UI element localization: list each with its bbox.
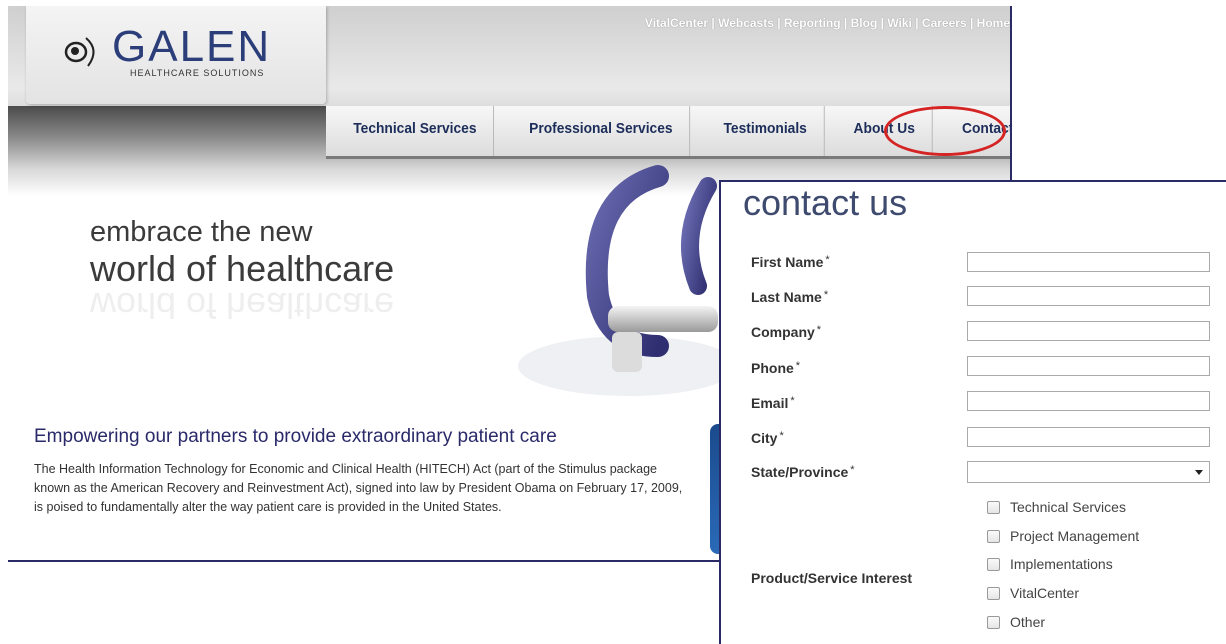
top-link-home[interactable]: Home: [977, 16, 1010, 30]
interest-option-other[interactable]: Other: [987, 614, 1045, 630]
state-label-text: State/Province: [751, 464, 849, 480]
top-link-separator: |: [877, 16, 888, 30]
top-link-wiki[interactable]: Wiki: [887, 16, 912, 30]
top-link-blog[interactable]: Blog: [851, 16, 878, 30]
logo-word: GALEN: [112, 22, 272, 71]
interest-option-label: Technical Services: [1010, 499, 1126, 515]
hero-tagline-reflection: world of healthcare: [90, 285, 395, 326]
city-label: City *: [751, 430, 784, 446]
logo-mark-icon: [64, 37, 95, 67]
email-label: Email *: [751, 395, 795, 411]
city-label-text: City: [751, 430, 778, 446]
phone-label: Phone *: [751, 360, 800, 376]
hero-tagline-line1: embrace the new: [90, 216, 313, 248]
first-name-label: First Name *: [751, 254, 830, 270]
interest-option-label: VitalCenter: [1010, 585, 1080, 601]
interest-option-label: Project Management: [1010, 528, 1140, 544]
nav-technical-services[interactable]: Technical Services: [333, 106, 494, 156]
required-marker: *: [825, 254, 830, 266]
product-service-interest-label: Product/Service Interest: [751, 570, 913, 586]
interest-option-implementations[interactable]: Implementations: [987, 556, 1113, 572]
interest-option-label: Other: [1010, 614, 1046, 630]
top-link-webcasts[interactable]: Webcasts: [718, 16, 774, 30]
checkbox[interactable]: [987, 586, 1000, 600]
company-label: Company *: [751, 324, 821, 340]
city-input[interactable]: [967, 427, 1210, 447]
top-link-separator: |: [840, 16, 851, 30]
phone-input[interactable]: [967, 356, 1210, 376]
checkbox[interactable]: [987, 615, 1000, 629]
last-name-label: Last Name *: [751, 289, 828, 305]
last-name-label-text: Last Name: [751, 289, 822, 305]
checkbox[interactable]: [987, 557, 1000, 571]
section-heading: Empowering our partners to provide extra…: [34, 426, 557, 447]
interest-option-label: Implementations: [1010, 556, 1113, 572]
top-link-careers[interactable]: Careers: [922, 16, 967, 30]
contact-title: contact us: [743, 182, 908, 223]
top-link-separator: |: [708, 16, 719, 30]
nav-testimonials[interactable]: Testimonials: [703, 106, 825, 156]
nav-professional-services[interactable]: Professional Services: [509, 106, 691, 156]
company-input[interactable]: [967, 321, 1210, 341]
interest-option-vitalcenter[interactable]: VitalCenter: [987, 585, 1079, 601]
contact-highlight-circle: [884, 106, 1006, 156]
section-body-text: The Health Information Technology for Ec…: [34, 462, 683, 514]
top-link-reporting[interactable]: Reporting: [784, 16, 841, 30]
required-marker: *: [779, 430, 784, 442]
logo-subtitle: HEALTHCARE SOLUTIONS: [130, 68, 265, 78]
contact-form-panel: contact us First Name * Last Name * Compan…: [719, 180, 1226, 644]
email-label-text: Email: [751, 395, 789, 411]
checkbox[interactable]: [987, 500, 1000, 514]
phone-label-text: Phone: [751, 360, 794, 376]
checkbox[interactable]: [987, 529, 1000, 543]
required-marker: *: [795, 360, 801, 372]
dropdown-arrow-icon: [1195, 470, 1203, 475]
interest-option-technical-services[interactable]: Technical Services: [987, 499, 1126, 515]
last-name-input[interactable]: [967, 286, 1210, 306]
email-input[interactable]: [967, 391, 1210, 411]
required-marker: *: [816, 324, 822, 336]
top-link-separator: |: [911, 16, 922, 30]
stethoscope-image: [518, 165, 738, 396]
top-link-separator: |: [966, 16, 977, 30]
interest-option-project-management[interactable]: Project Management: [987, 528, 1139, 544]
top-link-separator: |: [773, 16, 784, 30]
required-marker: *: [790, 395, 795, 407]
logo[interactable]: GALEN HEALTHCARE SOLUTIONS: [26, 6, 326, 104]
top-link-vitalcenter[interactable]: VitalCenter: [645, 16, 708, 30]
company-label-text: Company: [751, 324, 815, 340]
required-marker: *: [850, 464, 855, 476]
required-marker: *: [823, 289, 829, 301]
top-links: VitalCenter | Webcasts | Reporting | Blo…: [645, 16, 1010, 30]
first-name-input[interactable]: [967, 252, 1210, 272]
state-label: State/Province *: [751, 464, 855, 480]
state-select[interactable]: [967, 461, 1210, 483]
first-name-label-text: First Name: [751, 254, 824, 270]
